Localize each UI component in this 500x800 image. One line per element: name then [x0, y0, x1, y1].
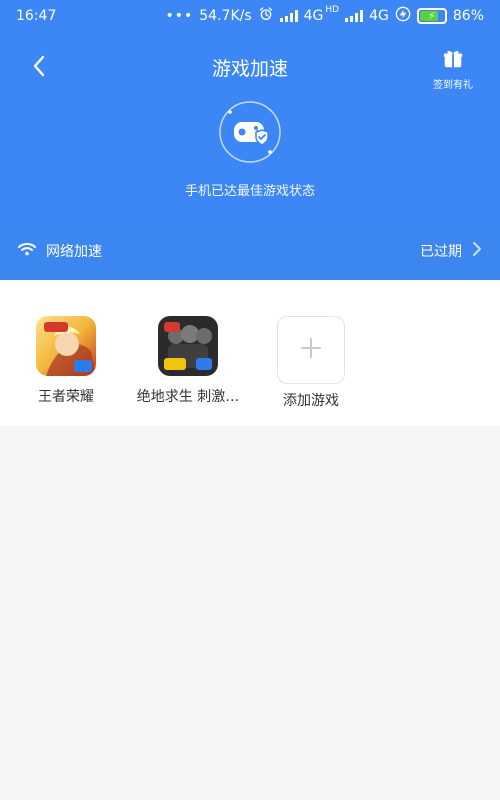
- gift-label: 签到有礼: [433, 80, 473, 91]
- daily-checkin-button[interactable]: 签到有礼: [428, 48, 478, 91]
- alarm-icon: [258, 6, 274, 26]
- hd-badge: HD: [325, 5, 340, 15]
- wifi-icon: [18, 242, 36, 260]
- device-status-text: 手机已达最佳游戏状态: [184, 184, 315, 199]
- page-title: 游戏加速: [211, 58, 288, 80]
- signal-icon: [279, 10, 298, 22]
- network-right: 已过期: [420, 241, 482, 261]
- signal-icon: [345, 10, 364, 22]
- games-panel: 王者荣耀 绝地求生 刺激… 添加游戏: [0, 280, 500, 426]
- add-game-button[interactable]: 添加游戏: [251, 316, 371, 410]
- battery-percent: 86%: [452, 8, 484, 24]
- battery-bolt-icon: ⚡: [428, 10, 436, 22]
- game-icon-pubg: [158, 316, 218, 376]
- bolt-icon: [395, 6, 411, 26]
- game-label: 王者荣耀: [38, 389, 94, 405]
- network-b: 4G: [369, 8, 389, 24]
- status-right: ••• 54.7K/s 4G HD 4G ⚡ 86%: [165, 5, 484, 26]
- gift-icon: [442, 50, 464, 74]
- dots-icon: •••: [165, 8, 194, 24]
- app-screen: 16:47 ••• 54.7K/s 4G HD 4G ⚡ 86% 游戏加速 签到…: [0, 0, 500, 800]
- network-label: 网络加速: [46, 244, 102, 260]
- battery-icon: ⚡: [416, 8, 447, 24]
- chevron-right-icon: [472, 241, 482, 261]
- game-item[interactable]: 王者荣耀: [6, 316, 126, 406]
- top-navigation: 游戏加速 签到有礼: [0, 40, 500, 96]
- gamepad-shield-icon: [218, 100, 282, 164]
- network-status: 已过期: [420, 244, 462, 260]
- network-acceleration-row[interactable]: 网络加速 已过期: [0, 222, 500, 280]
- game-icon-honor-of-kings: [36, 316, 96, 376]
- status-time: 16:47: [16, 8, 57, 24]
- network-left: 网络加速: [18, 241, 102, 261]
- add-game-tile: [277, 316, 345, 384]
- network-speed: 54.7K/s: [199, 8, 252, 24]
- network-a: 4G: [303, 8, 324, 24]
- status-bar: 16:47 ••• 54.7K/s 4G HD 4G ⚡ 86%: [0, 0, 500, 32]
- add-game-label: 添加游戏: [283, 393, 339, 409]
- game-label: 绝地求生 刺激…: [136, 389, 240, 405]
- header: 16:47 ••• 54.7K/s 4G HD 4G ⚡ 86% 游戏加速 签到…: [0, 0, 500, 222]
- empty-area: [0, 426, 500, 800]
- hero: 手机已达最佳游戏状态: [0, 100, 500, 210]
- game-item[interactable]: 绝地求生 刺激…: [128, 316, 248, 406]
- plus-icon: [299, 336, 323, 364]
